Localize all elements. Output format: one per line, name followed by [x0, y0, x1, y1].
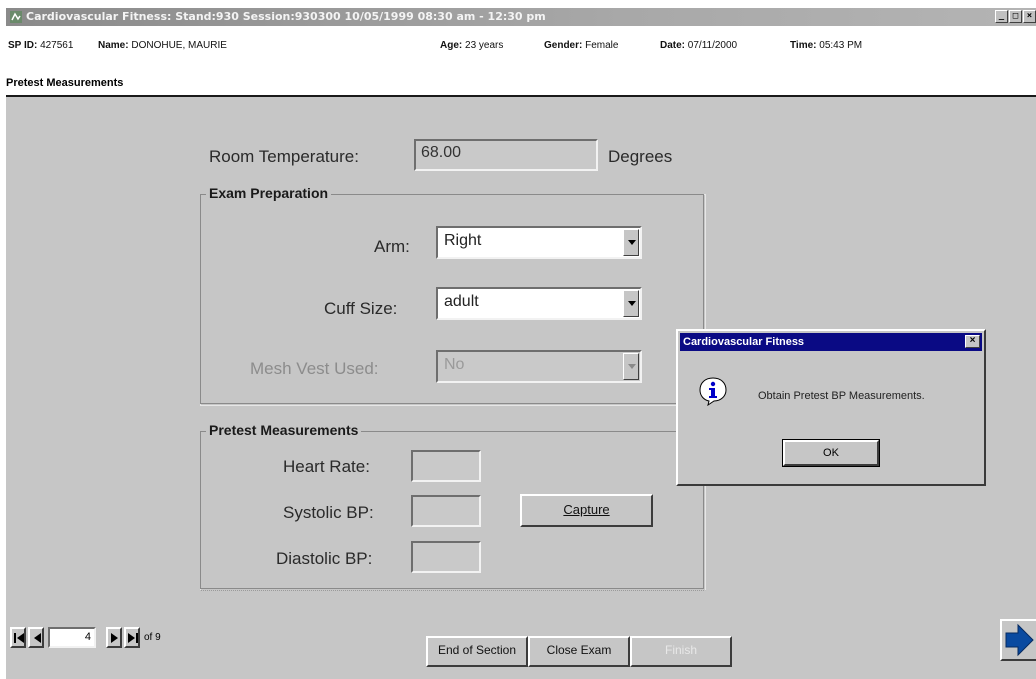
close-exam-button[interactable]: Close Exam	[528, 636, 630, 667]
dialog-close-button[interactable]: ×	[965, 335, 980, 348]
next-record-icon	[111, 633, 118, 643]
info-dialog: Cardiovascular Fitness × Obtain Pretest …	[676, 329, 986, 486]
mesh-vest-select[interactable]: No	[436, 350, 642, 383]
first-record-button[interactable]	[10, 627, 26, 648]
previous-record-icon	[34, 633, 41, 643]
first-record-icon	[14, 633, 24, 643]
app-icon	[10, 11, 22, 23]
date-value: 07/11/2000	[687, 40, 738, 51]
time-info: Time: 05:43 PM	[790, 40, 862, 51]
chevron-down-icon[interactable]	[623, 290, 639, 317]
last-record-button[interactable]	[124, 627, 140, 648]
page-count-text: of 9	[144, 632, 161, 643]
systolic-bp-label: Systolic BP:	[283, 503, 374, 522]
participant-info-bar: SP ID: 427561 Name: DONOHUE, MAURIE Age:…	[6, 26, 1036, 74]
pretest-measurements-title: Pretest Measurements	[206, 422, 362, 438]
next-record-button[interactable]	[106, 627, 122, 648]
arm-value: Right	[444, 232, 482, 249]
diastolic-bp-label: Diastolic BP:	[276, 549, 373, 568]
maximize-button[interactable]: □	[1009, 10, 1022, 23]
last-record-icon	[128, 633, 138, 643]
end-of-section-button[interactable]: End of Section	[426, 636, 528, 667]
app-window: Cardiovascular Fitness: Stand:930 Sessio…	[0, 0, 1036, 679]
dialog-message: Obtain Pretest BP Measurements.	[758, 390, 925, 402]
sp-id-label: SP ID:	[8, 40, 38, 51]
date-info: Date: 07/11/2000	[660, 40, 737, 51]
ok-button[interactable]: OK	[782, 439, 880, 467]
cuff-size-value: adult	[444, 293, 479, 310]
diastolic-bp-field[interactable]	[411, 541, 481, 573]
window-title: Cardiovascular Fitness: Stand:930 Sessio…	[26, 10, 546, 23]
navigation-bar: 4 of 9 End of Section Close Exam Finish	[6, 619, 1036, 679]
time-label: Time:	[790, 40, 817, 51]
capture-button[interactable]: Capture	[520, 494, 653, 527]
close-button[interactable]: ×	[1023, 10, 1036, 23]
name-info: Name: DONOHUE, MAURIE	[98, 40, 227, 51]
title-bar[interactable]: Cardiovascular Fitness: Stand:930 Sessio…	[6, 8, 1036, 26]
cuff-size-label: Cuff Size:	[324, 299, 398, 318]
arm-label: Arm:	[374, 237, 410, 256]
chevron-down-icon[interactable]	[623, 229, 639, 256]
mesh-vest-value: No	[444, 356, 465, 373]
age-info: Age: 23 years	[440, 40, 503, 51]
previous-record-button[interactable]	[28, 627, 44, 648]
gender-value: Female	[585, 40, 619, 51]
temperature-unit-label: Degrees	[608, 147, 673, 166]
name-value: DONOHUE, MAURIE	[131, 40, 227, 51]
systolic-bp-field[interactable]	[411, 495, 481, 527]
sp-id-value: 427561	[40, 40, 74, 51]
chevron-down-icon[interactable]	[623, 353, 639, 380]
dialog-title-bar[interactable]: Cardiovascular Fitness ×	[680, 333, 982, 351]
room-temperature-field[interactable]: 68.00	[414, 139, 598, 171]
gender-label: Gender:	[544, 40, 583, 51]
arrow-right-icon	[1005, 623, 1034, 657]
cuff-size-select[interactable]: adult	[436, 287, 642, 320]
minimize-button[interactable]: _	[995, 10, 1008, 23]
capture-button-label: Capture	[563, 502, 610, 517]
age-label: Age:	[440, 40, 463, 51]
window-controls: _ □ ×	[995, 10, 1036, 24]
gender-info: Gender: Female	[544, 40, 618, 51]
date-label: Date:	[660, 40, 686, 51]
info-icon	[699, 377, 727, 406]
exam-preparation-title: Exam Preparation	[206, 185, 332, 201]
time-value: 05:43 PM	[819, 40, 863, 51]
page-number-field[interactable]: 4	[48, 627, 96, 648]
finish-button[interactable]: Finish	[630, 636, 732, 667]
room-temperature-label: Room Temperature:	[209, 147, 359, 166]
mesh-vest-label: Mesh Vest Used:	[250, 359, 379, 378]
room-temperature-value: 68.00	[421, 144, 462, 161]
section-title: Pretest Measurements	[6, 77, 124, 89]
age-value: 23 years	[465, 40, 504, 51]
dialog-title: Cardiovascular Fitness	[683, 336, 805, 348]
next-section-button[interactable]	[1000, 619, 1036, 661]
ok-button-label: OK	[783, 440, 879, 466]
sp-id-info: SP ID: 427561	[8, 40, 73, 51]
arm-select[interactable]: Right	[436, 226, 642, 259]
heart-rate-label: Heart Rate:	[283, 457, 370, 476]
heart-rate-field[interactable]	[411, 450, 481, 482]
name-label: Name:	[98, 40, 129, 51]
